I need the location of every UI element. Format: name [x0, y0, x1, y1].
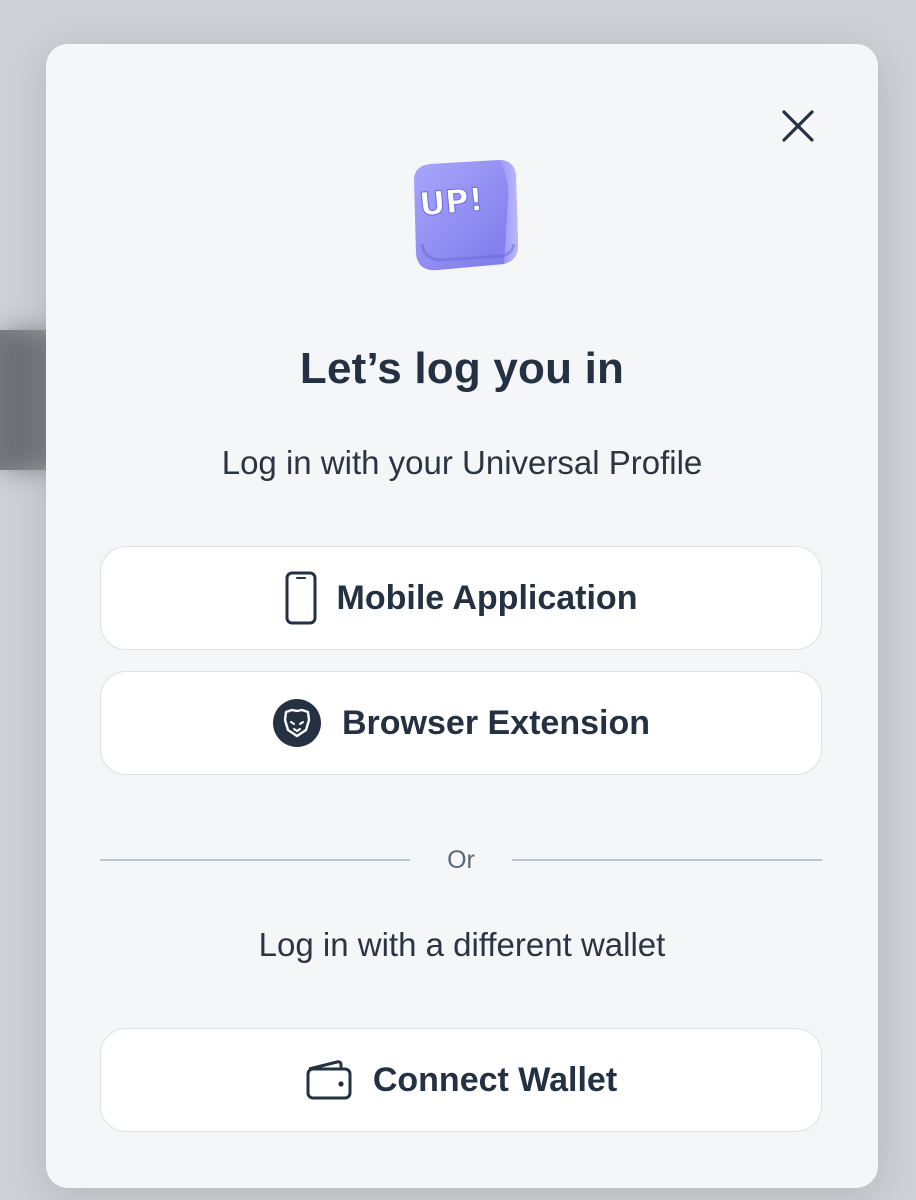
mobile-application-label: Mobile Application — [336, 578, 638, 617]
connect-wallet-button[interactable]: Connect Wallet — [100, 1028, 822, 1132]
alt-login-subtitle: Log in with a different wallet — [258, 926, 666, 963]
divider-text: Or — [447, 845, 475, 874]
divider-line-left — [100, 859, 410, 861]
modal-subtitle: Log in with your Universal Profile — [221, 444, 703, 481]
divider-line-right — [512, 859, 822, 861]
mobile-application-button[interactable]: Mobile Application — [100, 546, 822, 650]
logo-text: UP! — [418, 180, 485, 223]
up-logo: UP! — [414, 160, 518, 271]
smartphone-icon — [285, 571, 317, 625]
browser-extension-label: Browser Extension — [342, 703, 650, 742]
close-icon — [782, 110, 814, 142]
lion-badge-icon — [272, 698, 322, 748]
wallet-icon — [305, 1059, 353, 1101]
connect-wallet-label: Connect Wallet — [372, 1060, 618, 1099]
or-divider: Or — [100, 844, 822, 876]
login-modal: UP! Let’s log you in Log in with your Un… — [46, 44, 878, 1188]
modal-title: Let’s log you in — [299, 344, 625, 393]
close-button[interactable] — [778, 106, 818, 146]
browser-extension-button[interactable]: Browser Extension — [100, 671, 822, 775]
